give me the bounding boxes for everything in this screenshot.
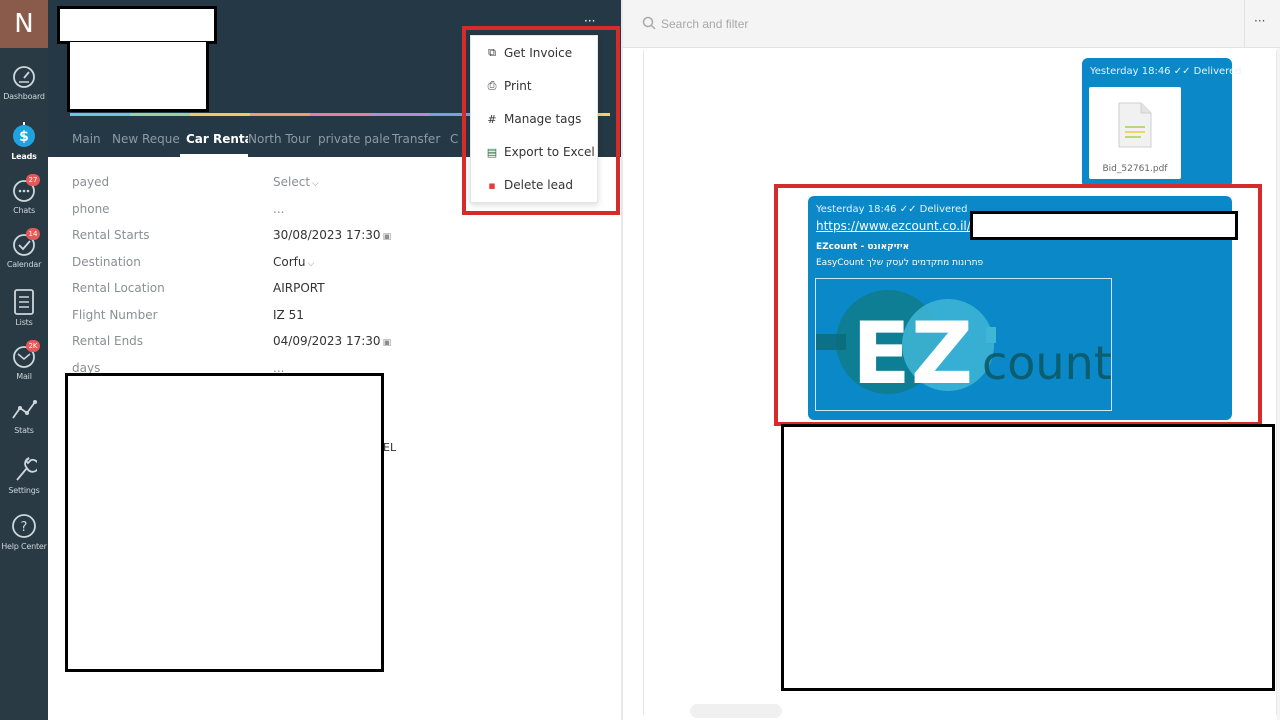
nav-label: Chats <box>13 206 35 215</box>
nav-item-settings[interactable]: Settings <box>0 454 48 506</box>
redacted-lead-avatar <box>67 42 209 112</box>
tab-north-tour[interactable]: North Tour <box>248 124 318 157</box>
field-label: Rental Location <box>72 281 165 295</box>
gauge-icon <box>13 66 35 88</box>
nav-label: Lists <box>15 318 33 327</box>
left-nav: N Dashboard $ Leads 27 Chats 14 Calendar <box>0 0 48 720</box>
pdf-file-icon <box>1118 102 1152 148</box>
nav-item-lists[interactable]: Lists <box>0 288 48 340</box>
svg-text:?: ? <box>21 520 28 535</box>
wrench-icon <box>16 457 37 481</box>
chat-composer-pill[interactable] <box>690 704 782 718</box>
rental-location-value[interactable]: AIRPORT <box>273 281 325 295</box>
lead-tabs: Main New Reque Car Rental North Tour pri… <box>72 124 462 157</box>
field-label: Rental Ends <box>72 334 144 348</box>
nav-item-dashboard[interactable]: Dashboard <box>0 64 48 116</box>
calendar-icon: ▣ <box>382 338 392 348</box>
nav-item-leads[interactable]: $ Leads <box>0 120 48 172</box>
field-rental-ends: Rental Ends 04/09/2023 17:30 ▣ <box>72 334 392 354</box>
help-icon: ? <box>12 514 36 538</box>
redacted-lead-name <box>57 6 217 44</box>
chevron-down-icon: ⌵ <box>312 179 319 189</box>
destination-select[interactable]: Corfu ⌵ <box>273 255 314 269</box>
nav-label: Leads <box>11 152 37 161</box>
calendar-badge: 14 <box>26 228 40 240</box>
mail-badge: 2K <box>26 340 40 352</box>
file-name: Bid_52761.pdf <box>1102 164 1168 174</box>
search-input[interactable] <box>661 15 961 33</box>
field-label: payed <box>72 175 110 189</box>
flight-number-value[interactable]: IZ 51 <box>273 308 304 322</box>
rental-ends-value[interactable]: 04/09/2023 17:30 ▣ <box>273 334 391 348</box>
nav-label: Settings <box>8 486 40 495</box>
panel-divider <box>621 0 623 720</box>
nav-item-mail[interactable]: 2K Mail <box>0 340 48 396</box>
stats-icon <box>12 400 37 419</box>
tab-more[interactable]: C <box>450 124 462 157</box>
nav-label: Dashboard <box>3 92 45 101</box>
message-meta: Yesterday 18:46 ✓✓ Delivered <box>1090 66 1242 77</box>
field-label: phone <box>72 202 110 216</box>
app-logo[interactable]: N <box>0 0 48 48</box>
field-destination: Destination Corfu ⌵ <box>72 255 392 275</box>
chats-badge: 27 <box>26 174 40 186</box>
toolbar-separator <box>1244 0 1245 48</box>
redacted-chat-block <box>781 424 1275 691</box>
nav-label: Stats <box>14 426 34 435</box>
search-icon <box>642 15 656 34</box>
field-payed: payed Select ⌵ <box>72 175 392 195</box>
redacted-fields-block <box>65 373 384 672</box>
nav-item-chats[interactable]: 27 Chats <box>0 174 48 230</box>
nav-label: Mail <box>16 372 32 381</box>
field-label: Flight Number <box>72 308 158 322</box>
field-label: Destination <box>72 255 141 269</box>
tab-car-rental[interactable]: Car Rental <box>180 124 248 157</box>
field-rental-starts: Rental Starts 30/08/2023 17:30 ▣ <box>72 228 392 248</box>
pdf-attachment[interactable]: Bid_52761.pdf <box>1089 87 1181 179</box>
list-icon <box>14 289 34 315</box>
rental-starts-value[interactable]: 30/08/2023 17:30 ▣ <box>273 228 391 242</box>
field-phone: phone ... <box>72 202 392 222</box>
nav-item-stats[interactable]: Stats <box>0 398 48 450</box>
svg-text:$: $ <box>19 129 29 145</box>
highlight-link-box <box>774 184 1262 426</box>
nav-label: Calendar <box>6 260 42 269</box>
nav-item-help-center[interactable]: ? Help Center <box>0 512 48 564</box>
phone-value[interactable]: ... <box>273 202 284 216</box>
tab-transfer[interactable]: Transfer <box>392 124 450 157</box>
highlight-menu-box <box>462 26 620 215</box>
tab-main[interactable]: Main <box>72 124 112 157</box>
chat-more-button[interactable]: ··· <box>1254 14 1265 28</box>
field-label: Rental Starts <box>72 228 150 242</box>
payed-select[interactable]: Select ⌵ <box>273 175 319 189</box>
field-rental-location: Rental Location AIRPORT <box>72 281 392 301</box>
partial-field-text: EL <box>383 441 397 454</box>
nav-label: Help Center <box>1 542 47 551</box>
nav-item-calendar[interactable]: 14 Calendar <box>0 228 48 284</box>
field-flight-number: Flight Number IZ 51 <box>72 308 392 328</box>
calendar-icon: ▣ <box>382 232 392 242</box>
tab-private-pale[interactable]: private pale <box>318 124 392 157</box>
tab-new-request[interactable]: New Reque <box>112 124 180 157</box>
leads-icon: $ <box>13 122 35 147</box>
chevron-down-icon: ⌵ <box>307 259 315 269</box>
